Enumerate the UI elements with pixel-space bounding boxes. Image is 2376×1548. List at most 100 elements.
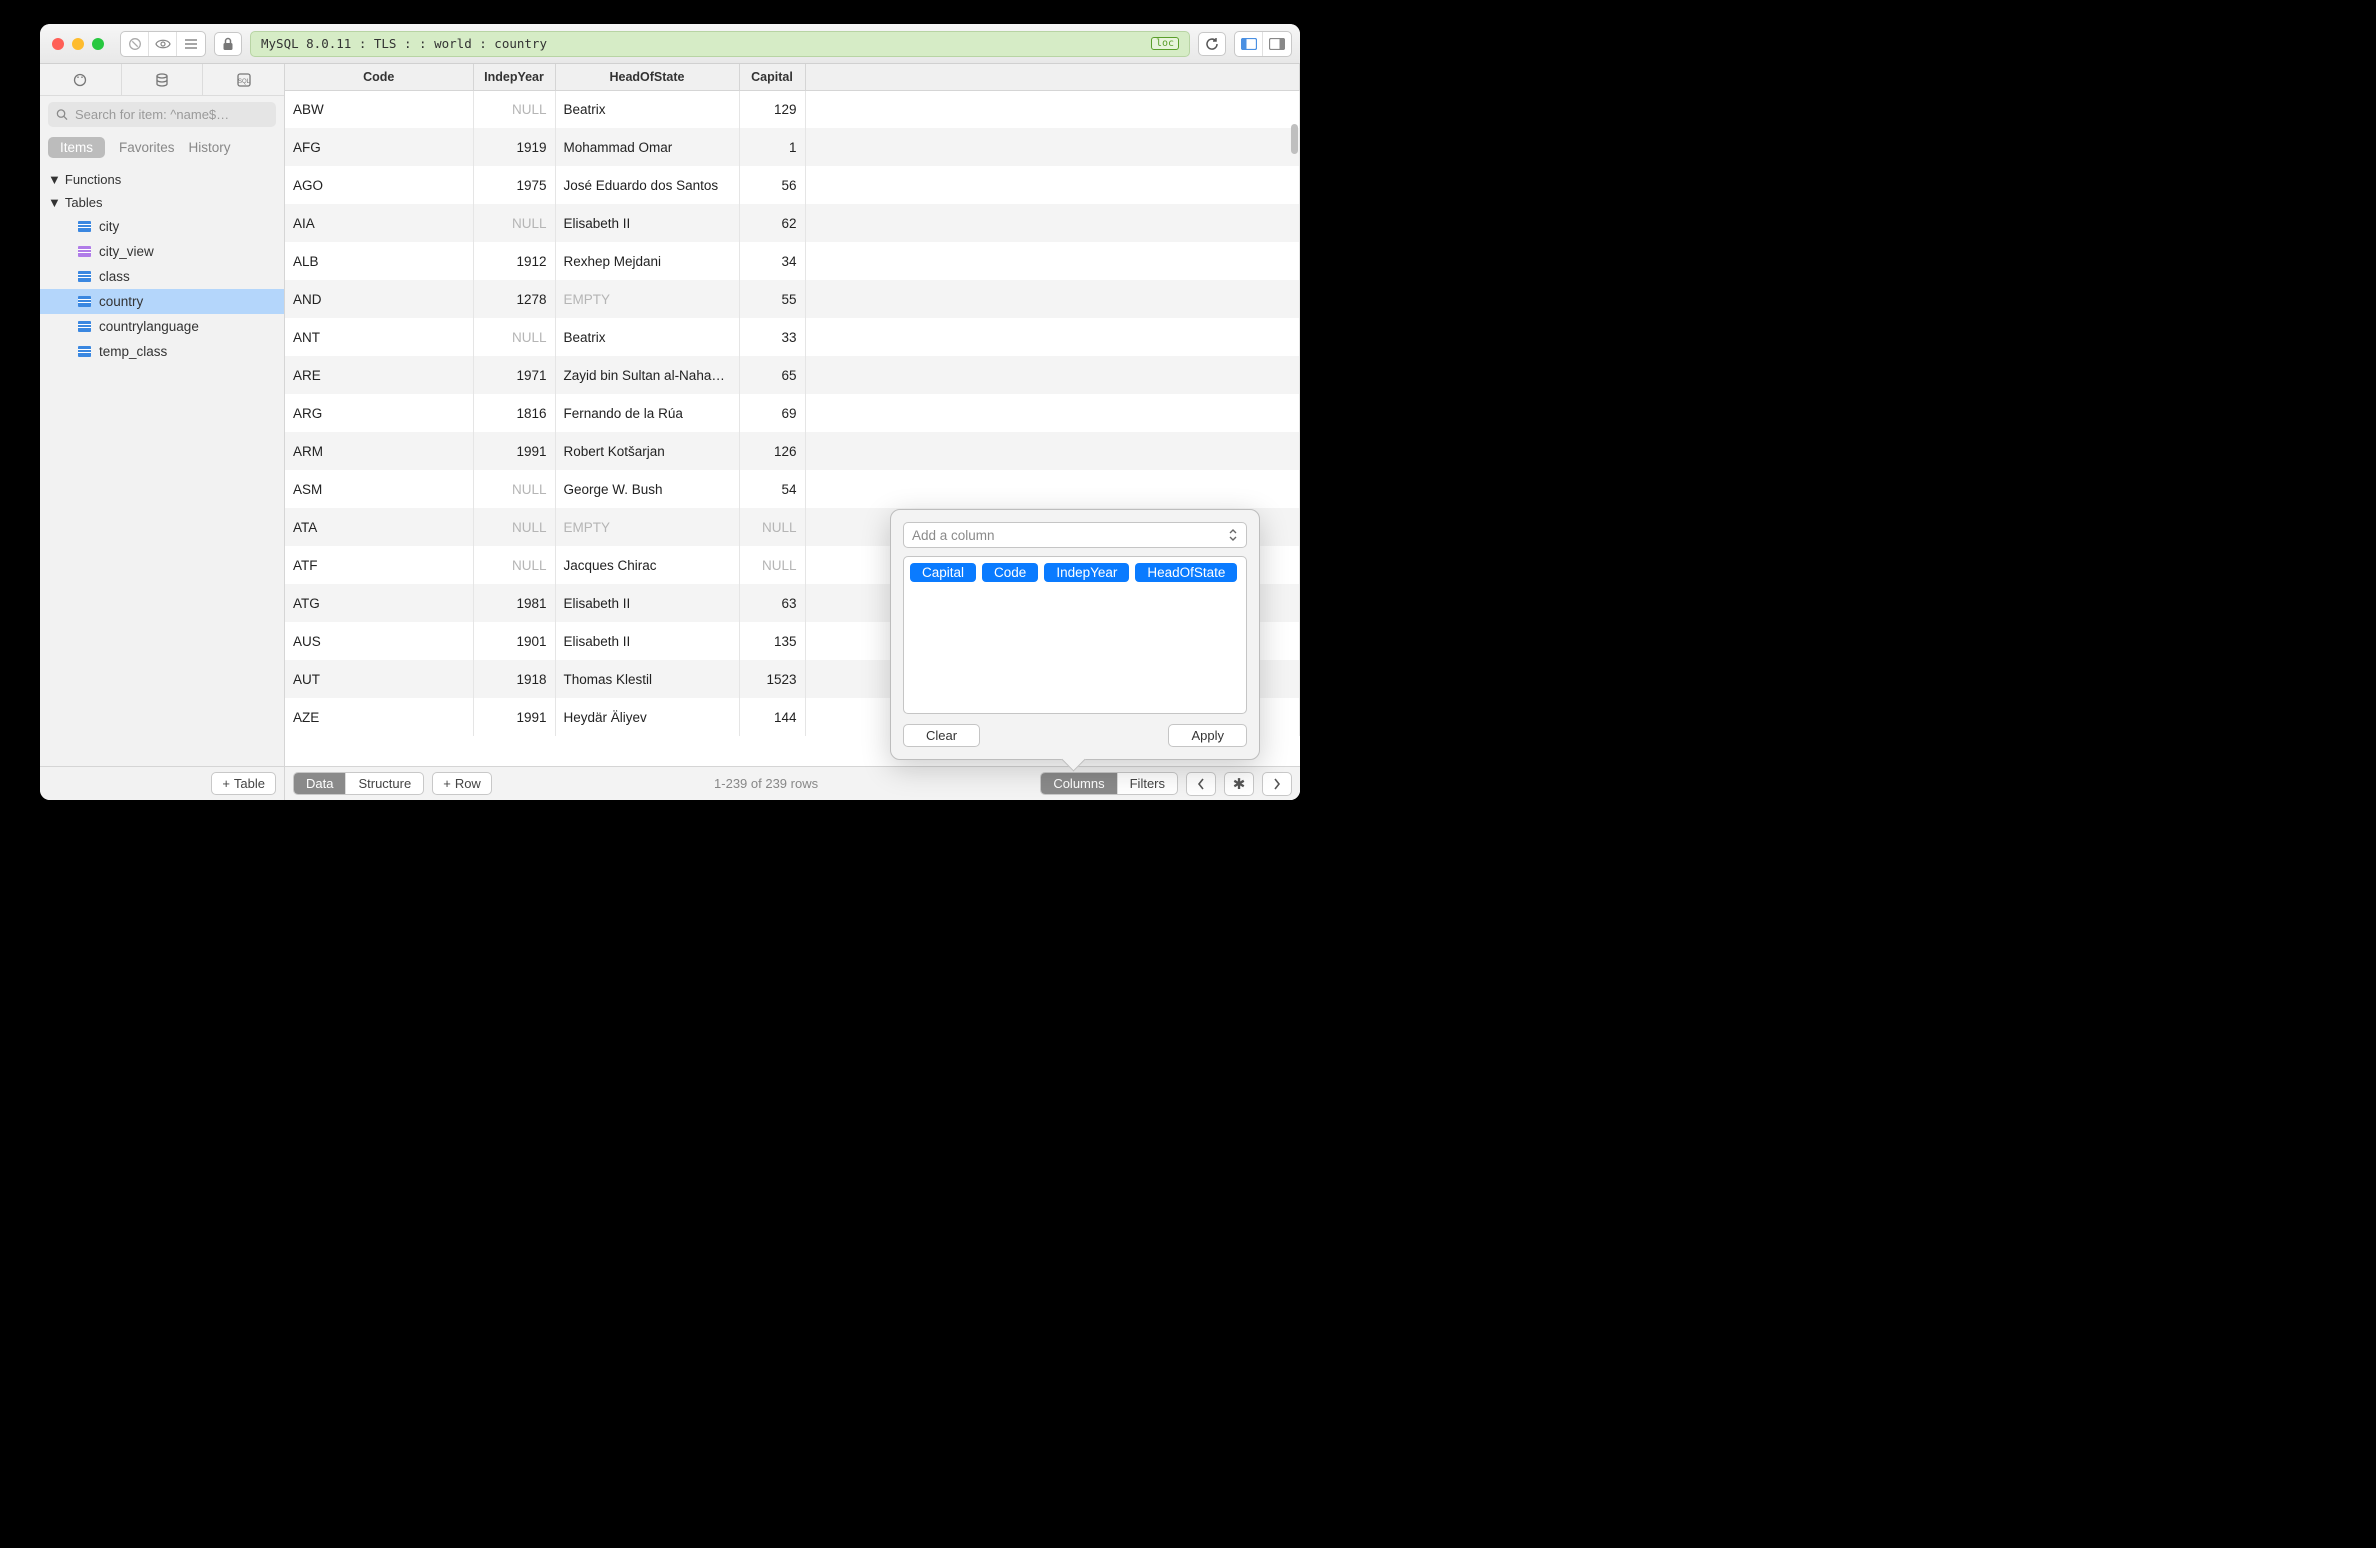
prev-page-button[interactable] [1186, 772, 1216, 796]
cell[interactable]: 1523 [739, 660, 805, 698]
cell[interactable]: 55 [739, 280, 805, 318]
cell[interactable]: 1816 [473, 394, 555, 432]
cell[interactable]: George W. Bush [555, 470, 739, 508]
add-column-combo[interactable]: Add a column [903, 522, 1247, 548]
settings-button[interactable]: ✱ [1224, 772, 1254, 796]
tree-section-tables[interactable]: ▼ Tables [40, 191, 284, 214]
close-window-button[interactable] [52, 38, 64, 50]
table-row[interactable]: ASMNULLGeorge W. Bush54 [285, 470, 1300, 508]
cell[interactable]: AUT [285, 660, 473, 698]
cell[interactable]: 69 [739, 394, 805, 432]
right-panel-toggle[interactable] [1263, 32, 1291, 56]
cell[interactable]: 1919 [473, 128, 555, 166]
columns-button[interactable]: Columns [1041, 773, 1117, 794]
cell[interactable]: 1 [739, 128, 805, 166]
tree-section-functions[interactable]: ▼ Functions [40, 168, 284, 191]
cell[interactable]: Beatrix [555, 318, 739, 356]
cell[interactable]: ATG [285, 584, 473, 622]
list-toggle-button[interactable] [177, 32, 205, 56]
table-row[interactable]: ALB1912Rexhep Mejdani34 [285, 242, 1300, 280]
table-row[interactable]: AFG1919Mohammad Omar1 [285, 128, 1300, 166]
cell[interactable]: Heydär Äliyev [555, 698, 739, 736]
sidebar-item-table[interactable]: temp_class [40, 339, 284, 364]
cell[interactable]: ARM [285, 432, 473, 470]
selected-columns-box[interactable]: CapitalCodeIndepYearHeadOfState [903, 556, 1247, 714]
view-mode-structure[interactable]: Structure [346, 773, 423, 794]
cell[interactable]: EMPTY [555, 508, 739, 546]
stop-button[interactable] [121, 32, 149, 56]
scrollbar-thumb[interactable] [1291, 124, 1298, 154]
sidebar-item-table[interactable]: city_view [40, 239, 284, 264]
table-row[interactable]: ARM1991Robert Kotšarjan126 [285, 432, 1300, 470]
cell[interactable]: NULL [473, 508, 555, 546]
table-row[interactable]: AIANULLElisabeth II62 [285, 204, 1300, 242]
zoom-window-button[interactable] [92, 38, 104, 50]
cell[interactable]: 126 [739, 432, 805, 470]
cell[interactable]: 1975 [473, 166, 555, 204]
sidebar-item-table[interactable]: countrylanguage [40, 314, 284, 339]
cell[interactable]: 65 [739, 356, 805, 394]
sidebar-item-table[interactable]: class [40, 264, 284, 289]
left-panel-toggle[interactable] [1235, 32, 1263, 56]
cell[interactable]: Elisabeth II [555, 204, 739, 242]
cell[interactable]: ATF [285, 546, 473, 584]
filters-button[interactable]: Filters [1118, 773, 1177, 794]
apply-button[interactable]: Apply [1168, 724, 1247, 747]
cell[interactable]: 1901 [473, 622, 555, 660]
clear-button[interactable]: Clear [903, 724, 980, 747]
cell[interactable]: Robert Kotšarjan [555, 432, 739, 470]
connection-bar[interactable]: MySQL 8.0.11 : TLS : : world : country l… [250, 31, 1190, 57]
cell[interactable]: Thomas Klestil [555, 660, 739, 698]
next-page-button[interactable] [1262, 772, 1292, 796]
preview-button[interactable] [149, 32, 177, 56]
sidebar-tab-items[interactable]: Items [48, 137, 105, 158]
cell[interactable]: 33 [739, 318, 805, 356]
cell[interactable]: Rexhep Mejdani [555, 242, 739, 280]
sidebar-search-input[interactable] [73, 106, 268, 123]
table-row[interactable]: AGO1975José Eduardo dos Santos56 [285, 166, 1300, 204]
sidebar-tab-favorites[interactable]: Favorites [119, 140, 175, 155]
column-header[interactable]: Capital [739, 64, 805, 90]
cell[interactable]: ALB [285, 242, 473, 280]
cell[interactable]: Fernando de la Rúa [555, 394, 739, 432]
cell[interactable]: 1912 [473, 242, 555, 280]
cell[interactable]: NULL [473, 204, 555, 242]
cell[interactable]: NULL [739, 546, 805, 584]
cell[interactable]: ABW [285, 90, 473, 128]
cell[interactable]: 63 [739, 584, 805, 622]
table-row[interactable]: ABWNULLBeatrix129 [285, 90, 1300, 128]
cell[interactable]: Zayid bin Sultan al-Nahayan [555, 356, 739, 394]
cell[interactable]: AZE [285, 698, 473, 736]
add-row-button[interactable]: + Row [432, 772, 492, 795]
cell[interactable]: José Eduardo dos Santos [555, 166, 739, 204]
cell[interactable]: ATA [285, 508, 473, 546]
cell[interactable]: ARG [285, 394, 473, 432]
sidebar-item-table[interactable]: city [40, 214, 284, 239]
cell[interactable]: NULL [473, 546, 555, 584]
sidebar-tab-history[interactable]: History [189, 140, 231, 155]
cell[interactable]: EMPTY [555, 280, 739, 318]
cell[interactable]: AGO [285, 166, 473, 204]
cell[interactable]: 1971 [473, 356, 555, 394]
cell[interactable]: 62 [739, 204, 805, 242]
column-header[interactable]: HeadOfState [555, 64, 739, 90]
cell[interactable]: NULL [473, 90, 555, 128]
column-tag[interactable]: IndepYear [1044, 563, 1129, 582]
cell[interactable]: 34 [739, 242, 805, 280]
lock-button[interactable] [214, 32, 242, 56]
cell[interactable]: Jacques Chirac [555, 546, 739, 584]
column-header[interactable]: IndepYear [473, 64, 555, 90]
sidebar-search[interactable] [48, 102, 276, 127]
cell[interactable]: Mohammad Omar [555, 128, 739, 166]
cell[interactable]: 1278 [473, 280, 555, 318]
table-row[interactable]: ARE1971Zayid bin Sultan al-Nahayan65 [285, 356, 1300, 394]
table-row[interactable]: AND1278EMPTY55 [285, 280, 1300, 318]
sidebar-view-database[interactable] [122, 64, 204, 95]
view-mode-data[interactable]: Data [294, 773, 346, 794]
cell[interactable]: 1991 [473, 698, 555, 736]
column-header[interactable]: Code [285, 64, 473, 90]
sidebar-view-connection[interactable] [40, 64, 122, 95]
minimize-window-button[interactable] [72, 38, 84, 50]
cell[interactable]: 54 [739, 470, 805, 508]
sidebar-view-sql[interactable]: SQL [203, 64, 284, 95]
